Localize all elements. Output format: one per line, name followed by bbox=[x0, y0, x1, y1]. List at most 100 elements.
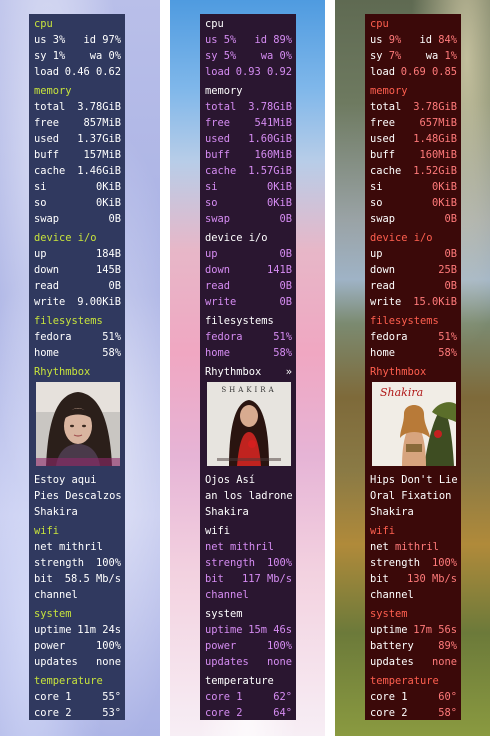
wifi-strength-value: 100% bbox=[266, 557, 292, 569]
wifi-net-value: mithril bbox=[59, 541, 103, 553]
cpu-us-id-row: us 9% id 84% bbox=[370, 32, 457, 48]
album-art bbox=[36, 382, 120, 466]
memory-used-row: used 1.48GiB bbox=[370, 131, 457, 147]
cpu-us-value: 3% bbox=[52, 34, 66, 46]
filesystems-section-title: filesystems bbox=[370, 315, 439, 327]
core1-label: core 1 bbox=[205, 691, 243, 703]
wifi-net-value: mithril bbox=[395, 541, 439, 553]
memory-cache-row: cache 1.46GiB bbox=[34, 163, 121, 179]
updates-value: none bbox=[266, 656, 292, 668]
song-title: Estoy aqui bbox=[34, 474, 97, 486]
updates-row: updates none bbox=[205, 654, 292, 670]
core2-value: 53° bbox=[102, 707, 121, 719]
core1-label: core 1 bbox=[370, 691, 408, 703]
cpu-sy-label: sy bbox=[370, 50, 383, 62]
cpu-id-label: id bbox=[83, 34, 96, 46]
core2-row: core 2 58° bbox=[370, 705, 457, 721]
memory-free-value: 657MiB bbox=[419, 117, 457, 129]
memory-si-value: 0KiB bbox=[266, 181, 292, 193]
memory-free-row: free 857MiB bbox=[34, 115, 121, 131]
core2-value: 58° bbox=[438, 707, 457, 719]
cpu-wa-label: wa bbox=[425, 50, 439, 62]
cpu-load-value: 0.46 0.62 bbox=[64, 66, 121, 78]
memory-total-label: total bbox=[370, 101, 402, 113]
filesystems-section-title: filesystems bbox=[34, 315, 103, 327]
core1-value: 60° bbox=[438, 691, 457, 703]
memory-so-row: so 0KiB bbox=[370, 195, 457, 211]
cpu-sy-label: sy bbox=[205, 50, 218, 62]
io-read-row: read 0B bbox=[34, 278, 121, 294]
memory-buff-value: 160MiB bbox=[254, 149, 292, 161]
wifi-strength-label: strength bbox=[34, 557, 85, 569]
memory-total-value: 3.78GiB bbox=[413, 101, 457, 113]
memory-free-label: free bbox=[34, 117, 60, 129]
wifi-strength-value: 100% bbox=[95, 557, 121, 569]
uptime-label: uptime bbox=[370, 624, 408, 636]
memory-swap-row: swap 0B bbox=[34, 211, 121, 227]
system-monitor-panel-2: cpu us 5% id 89% sy 5% wa 0% load 0.93 0… bbox=[200, 14, 296, 720]
memory-total-label: total bbox=[205, 101, 237, 113]
fs-fedora-value: 51% bbox=[102, 331, 121, 343]
wifi-section-title: wifi bbox=[205, 525, 231, 537]
memory-free-row: free 657MiB bbox=[370, 115, 457, 131]
song-album: Oral Fixation bbox=[370, 490, 452, 502]
rhythmbox-section-title: Rhythmbox bbox=[34, 364, 121, 380]
cpu-wa-value: 0% bbox=[279, 50, 292, 62]
cpu-us-label: us bbox=[370, 34, 383, 46]
memory-cache-label: cache bbox=[205, 165, 237, 177]
memory-total-row: total 3.78GiB bbox=[205, 99, 292, 115]
battery-row: battery 89% bbox=[370, 638, 457, 654]
memory-si-row: si 0KiB bbox=[34, 179, 121, 195]
io-down-row: down 25B bbox=[370, 262, 457, 278]
battery-value: 89% bbox=[438, 640, 457, 652]
memory-cache-label: cache bbox=[370, 165, 402, 177]
updates-row: updates none bbox=[370, 654, 457, 670]
updates-label: updates bbox=[370, 656, 414, 668]
power-label: power bbox=[34, 640, 66, 652]
cpu-sy-label: sy bbox=[34, 50, 47, 62]
cpu-id-label: id bbox=[254, 34, 267, 46]
system-monitor-panel-1: cpu us 3% id 97% sy 1% wa 0% load 0.46 0… bbox=[29, 14, 125, 720]
fs-fedora-label: fedora bbox=[34, 331, 72, 343]
wifi-bit-row: bit 58.5 Mb/s bbox=[34, 571, 121, 587]
power-value: 100% bbox=[95, 640, 121, 652]
system-section-title: system bbox=[34, 608, 72, 620]
cpu-sy-wa-row: sy 7% wa 1% bbox=[370, 48, 457, 64]
cpu-load-row: load 0.93 0.92 bbox=[205, 64, 292, 80]
cpu-sy-value: 5% bbox=[223, 50, 237, 62]
fs-home-value: 58% bbox=[273, 347, 292, 359]
updates-value: none bbox=[431, 656, 457, 668]
memory-buff-label: buff bbox=[34, 149, 60, 161]
cpu-sy-value: 1% bbox=[52, 50, 66, 62]
uptime-row: uptime 17m 56s bbox=[370, 622, 457, 638]
memory-so-value: 0KiB bbox=[266, 197, 292, 209]
temperature-section-title: temperature bbox=[370, 675, 439, 687]
memory-swap-row: swap 0B bbox=[205, 211, 292, 227]
io-up-value: 0B bbox=[444, 248, 457, 260]
battery-label: battery bbox=[370, 640, 414, 652]
rhythmbox-title: Rhythmbox bbox=[205, 366, 262, 378]
memory-free-value: 857MiB bbox=[83, 117, 121, 129]
wifi-section-title: wifi bbox=[370, 525, 396, 537]
cpu-wa-label: wa bbox=[89, 50, 103, 62]
wifi-bit-label: bit bbox=[370, 573, 389, 585]
cpu-section-title: cpu bbox=[370, 18, 389, 30]
io-up-row: up 0B bbox=[205, 246, 292, 262]
memory-used-row: used 1.60GiB bbox=[205, 131, 292, 147]
memory-so-row: so 0KiB bbox=[34, 195, 121, 211]
fs-home-label: home bbox=[205, 347, 231, 359]
wifi-section-title: wifi bbox=[34, 525, 60, 537]
playing-indicator: » bbox=[285, 366, 292, 378]
cpu-us-label: us bbox=[205, 34, 218, 46]
power-row: power 100% bbox=[34, 638, 121, 654]
io-up-row: up 0B bbox=[370, 246, 457, 262]
memory-swap-value: 0B bbox=[108, 213, 121, 225]
memory-free-row: free 541MiB bbox=[205, 115, 292, 131]
wifi-channel-row: channel bbox=[205, 587, 292, 603]
wifi-bit-value: 58.5 Mb/s bbox=[64, 573, 121, 585]
cpu-id-label: id bbox=[419, 34, 432, 46]
io-down-label: down bbox=[370, 264, 396, 276]
memory-buff-row: buff 157MiB bbox=[34, 147, 121, 163]
core1-row: core 1 62° bbox=[205, 689, 292, 705]
memory-so-value: 0KiB bbox=[95, 197, 121, 209]
